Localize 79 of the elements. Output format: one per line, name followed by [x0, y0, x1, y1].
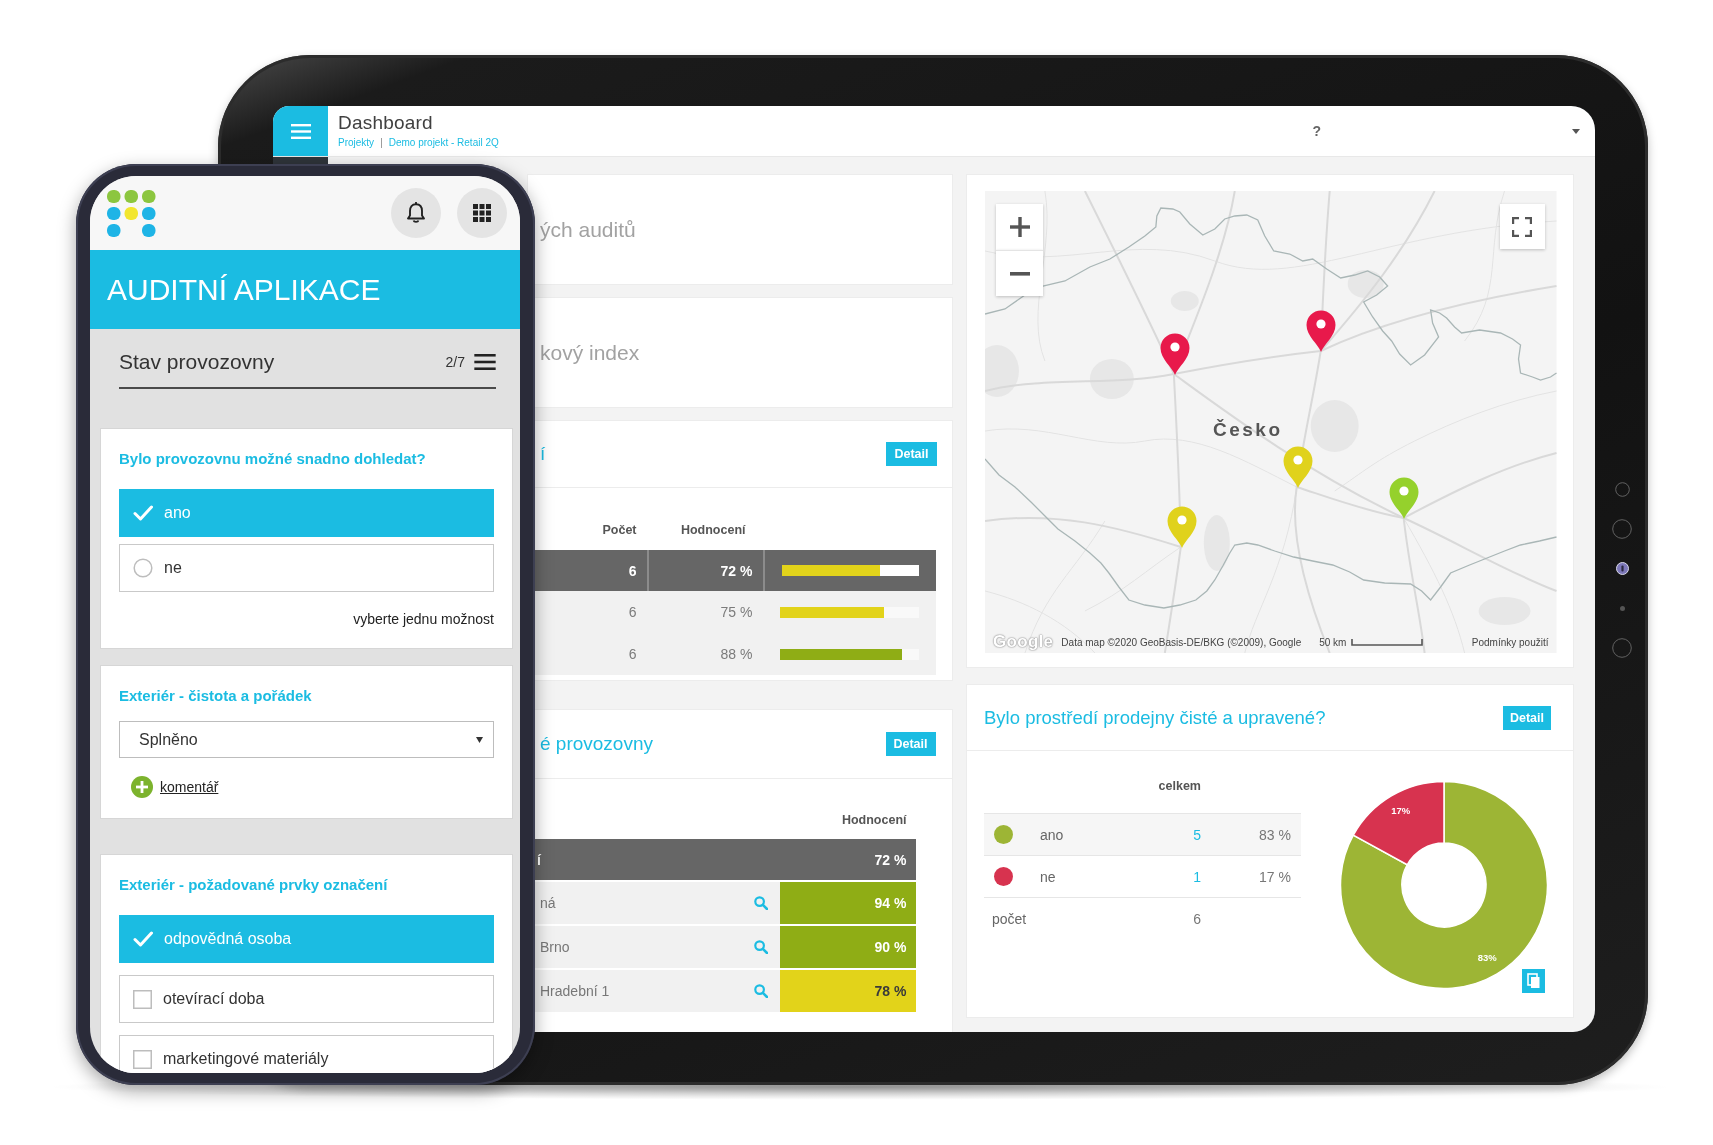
zoom-out-button[interactable] — [996, 250, 1043, 296]
fullscreen-icon — [1512, 216, 1532, 237]
table-cell-text: 1 — [1193, 868, 1202, 885]
table-cell-text: 83 % — [1259, 826, 1292, 843]
map-attribution: Data map ©2020 GeoBasis-DE/BKG (©2009), Google — [1061, 636, 1302, 648]
question-title: Exteriér - požadované prvky označení — [119, 876, 389, 894]
widget-title: ých auditů — [540, 217, 636, 242]
widget-title: é provozovny — [540, 733, 653, 755]
ring-icon — [1612, 519, 1632, 540]
ring-icon — [1612, 637, 1632, 658]
table-cell: ná — [540, 895, 556, 911]
table-cell-text: ne — [1039, 868, 1057, 885]
menu-icon — [290, 123, 311, 139]
minus-icon — [1009, 271, 1030, 276]
table-cell: Brno — [540, 939, 570, 955]
score-cell: 90 % — [779, 926, 916, 968]
table-cell-text: počet — [991, 910, 1028, 927]
score-cell: 78 % — [779, 970, 916, 1012]
fullscreen-button[interactable] — [1499, 204, 1545, 249]
table-cell-text: 6 — [627, 561, 638, 581]
check-icon — [133, 505, 153, 521]
table-cell-text: ano — [1039, 826, 1065, 843]
chart-label: 83% — [1477, 951, 1497, 963]
section-title: Stav provozovny — [119, 349, 275, 375]
comment-link[interactable]: komentář — [160, 779, 219, 795]
widget-title: í — [540, 443, 546, 465]
menu-icon[interactable] — [474, 354, 496, 370]
checkbox-icon — [133, 989, 152, 1009]
table-cell-text: 6 — [1193, 910, 1202, 927]
score-cell-text: 72 % — [873, 850, 908, 870]
widget-title: Bylo prostředí prodejny čisté a upravené? — [984, 706, 1326, 729]
score-cell: 94 % — [779, 882, 916, 924]
dot-icon — [1619, 605, 1625, 611]
table-cell: Hradební 1 — [540, 983, 610, 999]
scale-bar-icon — [1351, 638, 1424, 646]
caret-icon[interactable] — [1572, 128, 1580, 134]
chart-label: 17% — [1391, 805, 1411, 817]
answer-option[interactable]: ne — [119, 544, 494, 592]
column-header: Hodnocení — [679, 523, 747, 537]
scale-label: 50 km — [1319, 636, 1347, 648]
notifications-button[interactable] — [391, 188, 441, 238]
plus-icon — [1009, 217, 1030, 237]
ring-icon — [1614, 482, 1630, 498]
menu-button[interactable] — [273, 106, 328, 156]
column-header: Počet — [601, 523, 638, 537]
grid-icon — [473, 204, 491, 222]
page-title: Dashboard — [338, 113, 434, 133]
zoom-in-button[interactable] — [996, 204, 1043, 250]
apps-button[interactable] — [457, 188, 507, 238]
page-counter: 2/7 — [445, 354, 465, 370]
answer-option[interactable]: otevírací doba — [119, 975, 494, 1023]
question-title: Bylo provozovnu možné snadno dohledat? — [119, 450, 427, 468]
terms-link[interactable]: Podmínky použití — [1471, 636, 1549, 648]
widget-title: kový index — [540, 340, 640, 365]
bell-icon — [406, 202, 426, 224]
map-logo: Google — [993, 632, 1054, 652]
check-icon — [133, 931, 153, 947]
checkbox-icon — [133, 1049, 152, 1069]
table-cell: í — [537, 851, 541, 868]
column-header: celkem — [1157, 779, 1202, 793]
hint-text: vyberte jednu možnost — [353, 610, 494, 628]
camera-icon — [1615, 562, 1629, 576]
caret-icon — [476, 736, 483, 743]
table-cell-text: 6 — [627, 645, 638, 664]
table-cell-text: 75 % — [719, 603, 754, 622]
radio-icon — [133, 558, 153, 578]
select-field[interactable]: Splněno — [119, 721, 494, 758]
table-cell-text: 6 — [627, 603, 638, 622]
add-icon[interactable] — [131, 776, 153, 798]
answer-option[interactable]: marketingové materiály — [119, 1035, 494, 1073]
table-cell-text: 17 % — [1259, 868, 1292, 885]
help-button[interactable]: ? — [1311, 123, 1322, 139]
question-title: Exteriér - čistota a pořádek — [119, 687, 313, 705]
table-cell-text: 5 — [1193, 826, 1202, 843]
breadcrumb-separator: | — [380, 137, 383, 149]
app-title: AUDITNÍ APLIKACE — [107, 272, 381, 307]
table-cell-text: 88 % — [719, 645, 754, 664]
column-header: Hodnocení — [840, 813, 908, 827]
logo-icon — [107, 189, 156, 237]
